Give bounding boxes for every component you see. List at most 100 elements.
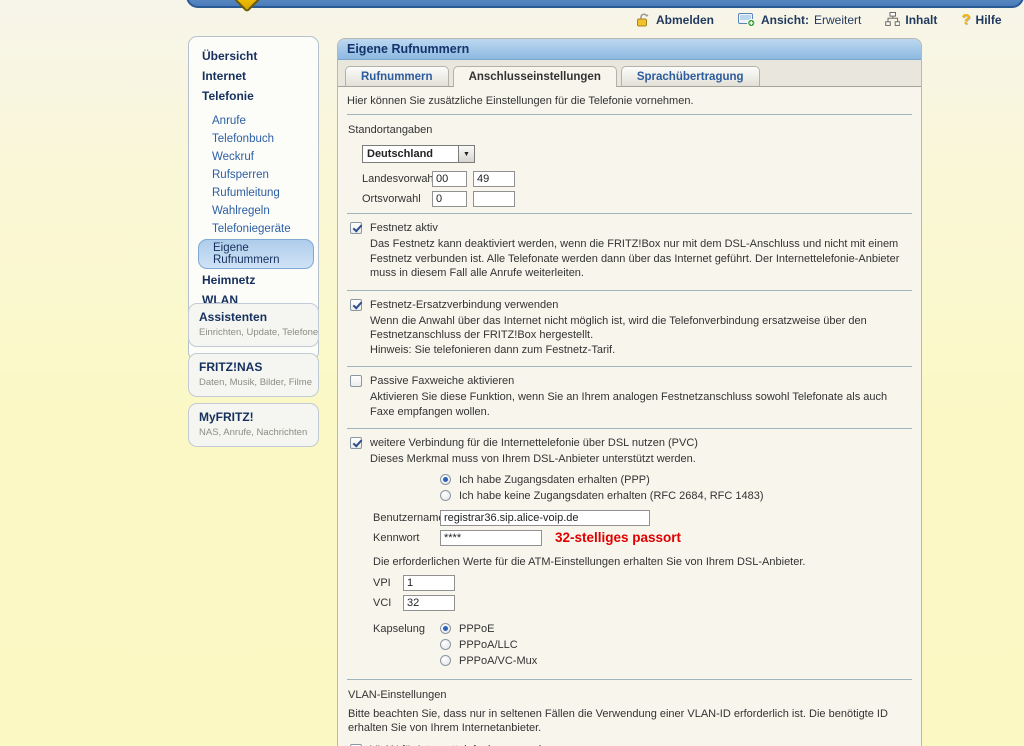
checkbox-icon[interactable] — [350, 299, 362, 311]
radio-icon[interactable] — [440, 639, 451, 650]
checkbox-icon[interactable] — [350, 437, 362, 449]
username-label: Benutzername — [373, 512, 440, 524]
sidebar-item-anrufe[interactable]: Anrufe — [189, 112, 318, 130]
radio-icon[interactable] — [440, 623, 451, 634]
tab-anschlusseinstellungen[interactable]: Anschlusseinstellungen — [453, 66, 617, 87]
sidebar-item-rufumleitung[interactable]: Rufumleitung — [189, 184, 318, 202]
box-title: Assistenten — [199, 310, 318, 324]
sidebar-item-telefoniegeraete[interactable]: Telefoniegeräte — [189, 220, 318, 238]
atm-text: Die erforderlichen Werte für die ATM-Ein… — [373, 556, 911, 568]
radio-pppoa-vcmux[interactable]: PPPoA/VC-Mux — [440, 655, 537, 667]
pvc-checkbox[interactable]: weitere Verbindung für die Internettelef… — [350, 437, 911, 449]
tab-bar: Rufnummern Anschlusseinstellungen Sprach… — [338, 60, 921, 87]
myfritz-box[interactable]: MyFRITZ! NAS, Anrufe, Nachrichten — [188, 403, 319, 447]
vlan-desc: Bitte beachten Sie, dass nur in seltenen… — [348, 707, 911, 736]
radio-rfc[interactable]: Ich habe keine Zugangsdaten erhalten (RF… — [440, 490, 911, 502]
faxweiche-checkbox[interactable]: Passive Faxweiche aktivieren — [350, 375, 911, 387]
ortsvorwahl-label: Ortsvorwahl — [362, 193, 432, 205]
radio-pppoe-label: PPPoE — [459, 623, 494, 635]
radio-pppoa-vcmux-label: PPPoA/VC-Mux — [459, 655, 537, 667]
box-title: FRITZ!NAS — [199, 360, 318, 374]
password-annotation: 32-stelliges passort — [555, 530, 681, 545]
sidebar-item-uebersicht[interactable]: Übersicht — [189, 46, 318, 66]
checkbox-icon[interactable] — [350, 375, 362, 387]
sidebar-item-heimnetz[interactable]: Heimnetz — [189, 270, 318, 290]
checkbox-icon[interactable] — [350, 222, 362, 234]
radio-icon[interactable] — [440, 490, 451, 501]
vlan-heading: VLAN-Einstellungen — [348, 689, 911, 701]
view-label: Ansicht: — [761, 13, 809, 27]
password-input[interactable] — [440, 530, 542, 546]
intro-text: Hier können Sie zusätzliche Einstellunge… — [347, 92, 912, 114]
logout-button[interactable]: Abmelden — [636, 13, 714, 27]
view-value: Erweitert — [814, 13, 861, 27]
pvc-label: weitere Verbindung für die Internettelef… — [370, 437, 698, 449]
landesvorwahl-label: Landesvorwahl — [362, 173, 432, 185]
kapselung-row: Kapselung PPPoE PPPoA/LLC PPPoA/VC-Mu — [373, 621, 911, 671]
ortsvorwahl-input[interactable] — [473, 191, 515, 207]
kapselung-label: Kapselung — [373, 621, 440, 671]
radio-icon[interactable] — [440, 655, 451, 666]
landesvorwahl-prefix-input[interactable] — [432, 171, 467, 187]
pvc-desc: Dieses Merkmal muss von Ihrem DSL-Anbiet… — [370, 452, 911, 467]
landesvorwahl-input[interactable] — [473, 171, 515, 187]
padlock-icon — [636, 13, 651, 27]
festnetz-section: Festnetz aktiv Das Festnetz kann deaktiv… — [347, 214, 912, 290]
box-subtitle: Daten, Musik, Bilder, Filme — [199, 377, 318, 388]
vlan-section: VLAN-Einstellungen Bitte beachten Sie, d… — [347, 680, 912, 746]
ersatzverbindung-desc: Wenn die Anwahl über das Internet nicht … — [370, 314, 911, 343]
sidebar-item-telefonie[interactable]: Telefonie — [189, 86, 318, 106]
fritzbox-ui: Abmelden Ansicht: Erweitert Inhalt ? Hil — [0, 0, 1024, 746]
sidebar-item-eigene-rufnummern[interactable]: Eigene Rufnummern — [198, 239, 314, 269]
tab-sprachuebertragung[interactable]: Sprachübertragung — [621, 66, 760, 86]
kapselung-radio-group: PPPoE PPPoA/LLC PPPoA/VC-Mux — [440, 621, 537, 671]
vpi-row: VPI — [373, 575, 911, 591]
tab-content: Hier können Sie zusätzliche Einstellunge… — [338, 87, 921, 746]
box-title: MyFRITZ! — [199, 410, 318, 424]
vpi-input[interactable] — [403, 575, 455, 591]
sidebar-item-telefonbuch[interactable]: Telefonbuch — [189, 130, 318, 148]
contents-label: Inhalt — [905, 13, 937, 27]
help-label: Hilfe — [976, 13, 1002, 27]
fritznas-box[interactable]: FRITZ!NAS Daten, Musik, Bilder, Filme — [188, 353, 319, 397]
zugangsdaten-radio-group: Ich habe Zugangsdaten erhalten (PPP) Ich… — [440, 474, 911, 502]
ortsvorwahl-prefix-input[interactable] — [432, 191, 467, 207]
standort-heading: Standortangaben — [348, 124, 911, 136]
radio-icon[interactable] — [440, 474, 451, 485]
assistenten-box[interactable]: Assistenten Einrichten, Update, Telefone — [188, 303, 319, 347]
top-banner — [186, 0, 1024, 8]
help-button[interactable]: ? Hilfe — [961, 11, 1001, 28]
festnetz-aktiv-label: Festnetz aktiv — [370, 222, 438, 234]
landesvorwahl-row: Landesvorwahl — [362, 171, 911, 187]
ersatzverbindung-checkbox[interactable]: Festnetz-Ersatzverbindung verwenden — [350, 299, 911, 311]
page-title: Eigene Rufnummern — [338, 39, 921, 60]
question-icon: ? — [961, 11, 970, 28]
radio-pppoe[interactable]: PPPoE — [440, 623, 537, 635]
view-toggle[interactable]: Ansicht: Erweitert — [738, 12, 861, 27]
radio-ppp[interactable]: Ich habe Zugangsdaten erhalten (PPP) — [440, 474, 911, 486]
box-subtitle: Einrichten, Update, Telefone — [199, 327, 318, 338]
sidebar-item-weckruf[interactable]: Weckruf — [189, 148, 318, 166]
festnetz-aktiv-checkbox[interactable]: Festnetz aktiv — [350, 222, 911, 234]
username-input[interactable] — [440, 510, 650, 526]
ersatzverbindung-label: Festnetz-Ersatzverbindung verwenden — [370, 299, 558, 311]
sidebar-item-wahlregeln[interactable]: Wahlregeln — [189, 202, 318, 220]
vci-input[interactable] — [403, 595, 455, 611]
password-row: Kennwort 32-stelliges passort — [373, 530, 911, 546]
radio-pppoa-llc-label: PPPoA/LLC — [459, 639, 518, 651]
radio-rfc-label: Ich habe keine Zugangsdaten erhalten (RF… — [459, 490, 764, 502]
tab-rufnummern[interactable]: Rufnummern — [345, 66, 449, 86]
country-select[interactable]: Deutschland ▼ — [362, 145, 475, 163]
sidebar-item-internet[interactable]: Internet — [189, 66, 318, 86]
password-label: Kennwort — [373, 532, 440, 544]
box-subtitle: NAS, Anrufe, Nachrichten — [199, 427, 318, 438]
screen-plus-icon — [738, 12, 756, 27]
contents-button[interactable]: Inhalt — [885, 12, 937, 27]
ortsvorwahl-row: Ortsvorwahl — [362, 191, 911, 207]
username-row: Benutzername — [373, 510, 911, 526]
radio-pppoa-llc[interactable]: PPPoA/LLC — [440, 639, 537, 651]
radio-ppp-label: Ich habe Zugangsdaten erhalten (PPP) — [459, 474, 650, 486]
country-select-value: Deutschland — [363, 146, 458, 162]
sidebar-item-rufsperren[interactable]: Rufsperren — [189, 166, 318, 184]
dropdown-arrow-icon[interactable]: ▼ — [458, 146, 474, 162]
